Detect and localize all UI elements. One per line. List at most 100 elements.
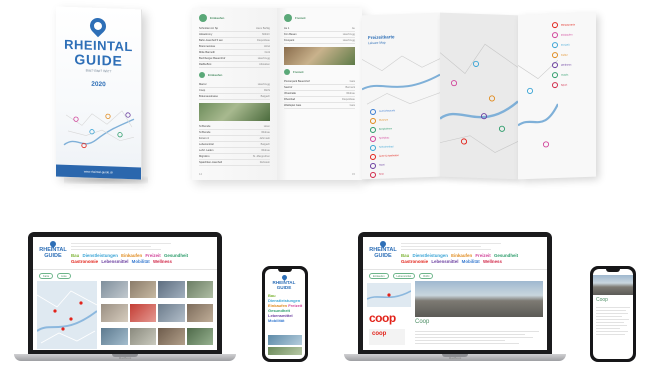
listing-tile[interactable] bbox=[101, 304, 128, 326]
list-row-location: Widnau bbox=[346, 92, 355, 95]
list-row-name: Bräumaustrasse bbox=[199, 95, 218, 98]
legend-marker-icon bbox=[552, 61, 558, 69]
list-row-name: Mitte Bannoth bbox=[199, 51, 216, 54]
list-row-name: Kim Besan bbox=[284, 33, 297, 36]
legend-label: Aussichtspunkt bbox=[379, 109, 396, 113]
store-icon bbox=[199, 72, 205, 78]
location-pin-icon bbox=[86, 14, 110, 38]
brochure-cover: RHEINTAL GUIDE Bist? Bist? Wir!? 2020 ww… bbox=[56, 6, 142, 180]
listing-tile[interactable] bbox=[101, 281, 128, 303]
store-photo bbox=[415, 281, 543, 317]
left-subsection-header: Einkaufen bbox=[199, 72, 270, 78]
phone-listing: RHEINTAL GUIDE Bau Dienstleistungen Eink… bbox=[262, 266, 308, 362]
map-panel-middle-roads bbox=[440, 43, 518, 153]
detail-mini-map[interactable] bbox=[366, 283, 412, 307]
legend-label: Freizeit bbox=[561, 43, 570, 47]
listing-tile[interactable] bbox=[129, 327, 156, 349]
list-row-name: Forum 4 bbox=[199, 137, 209, 140]
category-link[interactable]: Dienstleistungen bbox=[413, 253, 448, 258]
category-link[interactable]: Gastronomie bbox=[401, 259, 428, 264]
right-list-2: Pionierpark Bauernhof Gais Seehof Berneck Vi… bbox=[284, 79, 355, 109]
category-link[interactable]: Lebensmittel bbox=[431, 259, 458, 264]
list-row-location: Balgach bbox=[260, 143, 270, 146]
tab-list[interactable]: Liste bbox=[57, 273, 71, 279]
category-link[interactable]: Dienstleistungen bbox=[83, 253, 118, 258]
legend-marker-icon bbox=[370, 144, 376, 151]
tab-location[interactable]: Rüthi bbox=[419, 273, 434, 279]
list-row-location: Gais bbox=[349, 80, 355, 83]
listing-tile[interactable] bbox=[186, 281, 213, 303]
list-row: Bräumaustrasse Balgach bbox=[199, 94, 270, 100]
right-subsection-header: Freizeit bbox=[284, 69, 355, 75]
legend-item: Sport bbox=[552, 79, 592, 90]
list-row-name: Schmitten Al. Sp bbox=[199, 27, 219, 30]
legend-label: Bergbahnen bbox=[379, 127, 393, 131]
legend-label: Kultur bbox=[561, 53, 568, 57]
map-roads bbox=[36, 290, 98, 344]
category-link[interactable]: Lebensmittel bbox=[101, 259, 128, 264]
brochure-right-page: Freizeit Au 1 Au Kim Besan Heerbrugg Kinopar… bbox=[277, 8, 362, 180]
listing-tile[interactable] bbox=[158, 304, 185, 326]
category-link[interactable]: Gastronomie bbox=[71, 259, 98, 264]
listing-tile[interactable] bbox=[158, 327, 185, 349]
laptop-listing: RHEINTAL GUIDE Bau Dienstleistungen Eink… bbox=[14, 232, 236, 362]
listing-tile[interactable] bbox=[186, 327, 213, 349]
list-row-name: Spaichtien-Asenhell bbox=[199, 161, 222, 164]
laptop-screen-detail: RHEINTAL GUIDE Bau Dienstleistungen Eink… bbox=[363, 237, 547, 350]
detail-title: Coop bbox=[415, 319, 430, 325]
listing-tile[interactable] bbox=[158, 281, 185, 303]
list-row-location: Rüthi bbox=[263, 89, 270, 92]
phone-detail-text bbox=[596, 305, 630, 337]
category-link[interactable]: Wellness bbox=[483, 259, 502, 264]
logo-line2: GUIDE bbox=[44, 253, 62, 259]
legend-marker-icon bbox=[552, 21, 558, 29]
listing-tile[interactable] bbox=[186, 304, 213, 326]
category-link[interactable]: Gesundheit bbox=[164, 253, 188, 258]
phone-category-link[interactable]: Mobilität bbox=[268, 318, 284, 323]
category-link[interactable]: Mobilität bbox=[462, 259, 480, 264]
list-row-location: Balgach bbox=[260, 95, 270, 98]
legend-marker-icon bbox=[370, 162, 376, 169]
phone-category-link[interactable]: Freizeit bbox=[288, 303, 302, 308]
category-link[interactable]: Einkaufen bbox=[121, 253, 142, 258]
leisure-icon bbox=[284, 14, 292, 22]
category-link[interactable]: Bau bbox=[71, 253, 79, 258]
phone-logo-line2: GUIDE bbox=[276, 285, 292, 290]
legend-marker-icon bbox=[370, 171, 376, 178]
list-row-name: Buchberger-Bauernhof bbox=[199, 57, 226, 60]
list-row-location: Heerbrugg bbox=[342, 33, 355, 36]
category-link[interactable]: Freizeit bbox=[475, 253, 490, 258]
legend-marker-icon bbox=[552, 51, 558, 59]
cover-footer-url: www.rheintal-guide.ch bbox=[83, 169, 114, 175]
list-row-location: Altstatten bbox=[259, 63, 270, 66]
site-logo[interactable]: RHEINTAL GUIDE bbox=[39, 239, 67, 259]
listing-tile[interactable] bbox=[129, 281, 156, 303]
listing-tile[interactable] bbox=[101, 327, 128, 349]
right-page-number: 15 bbox=[352, 173, 355, 176]
listing-tile[interactable] bbox=[129, 304, 156, 326]
category-link[interactable]: Einkaufen bbox=[451, 253, 472, 258]
left-list-3: St Bumde Hoen St Bumde Widnau Forum 4 Jahrnse… bbox=[199, 124, 270, 166]
tab-category[interactable]: Einkaufen bbox=[369, 273, 389, 279]
category-link[interactable]: Wellness bbox=[153, 259, 172, 264]
category-link[interactable]: Gesundheit bbox=[494, 253, 518, 258]
category-link[interactable]: Bau bbox=[401, 253, 409, 258]
tab-map[interactable]: Karte bbox=[39, 273, 54, 279]
cover-year: 2020 bbox=[91, 80, 106, 89]
logo-line2: GUIDE bbox=[374, 253, 392, 259]
tab-subcategory[interactable]: Lebensmittel bbox=[392, 273, 416, 279]
category-link[interactable]: Freizeit bbox=[145, 253, 160, 258]
list-row-location: Heerbrugg bbox=[257, 57, 270, 60]
legend-label: Ärzte & Apotheken bbox=[379, 154, 399, 158]
coop-card-logo: coop bbox=[372, 331, 387, 337]
map-view[interactable] bbox=[36, 281, 98, 349]
laptop-lid: RHEINTAL GUIDE Bau Dienstleistungen Eink… bbox=[28, 232, 222, 354]
right-subsection-title: Freizeit bbox=[293, 70, 304, 74]
phone-notch bbox=[606, 269, 620, 272]
legend-marker-icon bbox=[552, 31, 558, 39]
phone-logo[interactable]: RHEINTAL GUIDE bbox=[269, 273, 299, 290]
phone-notch bbox=[278, 269, 292, 272]
site-logo[interactable]: RHEINTAL GUIDE bbox=[369, 239, 397, 259]
phone-screen-listing: RHEINTAL GUIDE Bau Dienstleistungen Eink… bbox=[265, 269, 305, 359]
category-link[interactable]: Mobilität bbox=[132, 259, 150, 264]
